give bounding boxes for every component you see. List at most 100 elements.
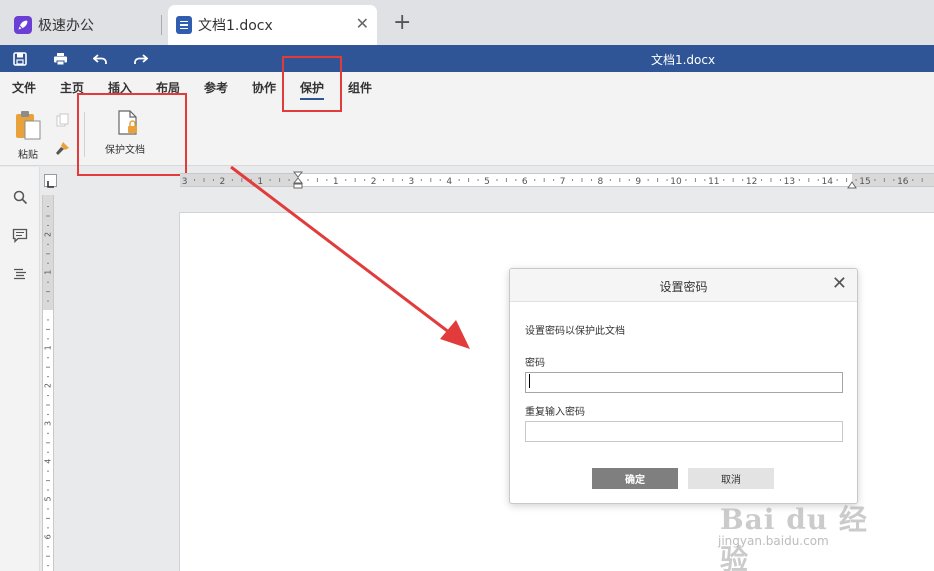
baidu-watermark: Bai du 经验 jingyan.baidu.com <box>716 488 886 571</box>
tab-document[interactable]: 文档1.docx ✕ <box>168 5 377 45</box>
navigation-icon[interactable] <box>11 265 29 283</box>
ruler-tick <box>307 179 309 181</box>
ruler-tick <box>46 328 50 330</box>
menu-references[interactable]: 参考 <box>204 79 228 96</box>
ruler-tick <box>401 179 403 181</box>
ruler-tick <box>47 243 49 245</box>
right-indent-handle[interactable] <box>847 176 857 195</box>
ruler-tick <box>808 178 810 182</box>
ruler-tick <box>685 179 687 181</box>
horizontal-ruler[interactable]: 3 2 1 1 2 3 4 5 6 7 8 9 10 11 12 13 14 15 16 <box>180 171 934 189</box>
undo-icon[interactable] <box>91 50 109 68</box>
watermark-url: jingyan.baidu.com <box>718 534 829 548</box>
ruler-label: 1 <box>333 177 339 186</box>
document-icon <box>176 16 192 34</box>
menu-file[interactable]: 文件 <box>12 79 36 96</box>
ruler-tick <box>515 179 517 181</box>
tab-stop-selector[interactable] <box>44 174 57 188</box>
ruler-tick <box>874 179 876 181</box>
menu-collaborate[interactable]: 协作 <box>252 79 276 96</box>
ruler-label: 12 <box>746 177 757 186</box>
ruler-tick <box>742 179 744 181</box>
ruler-tick <box>543 178 545 182</box>
ruler-tick <box>647 179 649 181</box>
ruler-label: 3 <box>182 177 188 186</box>
vertical-ruler[interactable]: 2 1 1 2 3 4 5 6 <box>42 195 54 571</box>
ruler-tick <box>47 565 49 567</box>
ruler-tick <box>468 178 470 182</box>
ruler-tick <box>609 179 611 181</box>
ruler-tick <box>590 179 592 181</box>
ruler-tick <box>316 178 318 182</box>
paste-button[interactable]: 粘贴 <box>10 110 46 162</box>
clipboard-icon <box>14 110 42 144</box>
ruler-label: 3 <box>409 177 415 186</box>
tab-app-label: 极速办公 <box>38 18 94 34</box>
title-bar: 文档1.docx <box>0 45 934 72</box>
ruler-tick <box>921 178 923 182</box>
ruler-tick <box>46 366 50 368</box>
ruler-tick <box>231 179 233 181</box>
menu-plugins[interactable]: 组件 <box>348 79 372 96</box>
ruler-tick <box>288 179 290 181</box>
tab-divider <box>161 15 162 35</box>
tab-app-home[interactable]: 极速办公 <box>8 5 160 45</box>
left-sidebar <box>0 167 40 571</box>
ruler-tick <box>628 179 630 181</box>
ruler-tick <box>279 178 281 182</box>
ruler-label: 6 <box>44 534 53 539</box>
password-input[interactable] <box>525 372 843 393</box>
ruler-tick <box>47 489 49 491</box>
close-tab-icon[interactable]: ✕ <box>356 15 369 33</box>
ruler-tick <box>345 179 347 181</box>
format-painter-icon[interactable] <box>54 141 70 161</box>
ruler-tick <box>212 179 214 181</box>
ruler-label: 1 <box>257 177 263 186</box>
ruler-tick <box>326 179 328 181</box>
ruler-label: 4 <box>446 177 452 186</box>
ruler-label: 2 <box>220 177 226 186</box>
ruler-label: 9 <box>635 177 641 186</box>
ruler-tick <box>392 178 394 182</box>
ruler-tick <box>505 178 507 182</box>
ruler-tick <box>203 178 205 182</box>
ruler-tick <box>354 178 356 182</box>
left-indent-handle[interactable] <box>292 171 304 193</box>
ruler-tick <box>770 178 772 182</box>
ruler-tick <box>912 179 914 181</box>
ruler-tick <box>47 319 49 321</box>
print-icon[interactable] <box>51 50 69 68</box>
repeat-password-label: 重复输入密码 <box>525 407 585 418</box>
confirm-button[interactable]: 确定 <box>592 468 678 489</box>
ruler-tick <box>893 179 895 181</box>
cancel-button[interactable]: 取消 <box>688 468 774 489</box>
ruler-tick <box>47 357 49 359</box>
dialog-description: 设置密码以保护此文档 <box>525 326 625 337</box>
ruler-tick <box>47 527 49 529</box>
ruler-tick <box>694 178 696 182</box>
new-tab-icon[interactable]: + <box>393 10 411 36</box>
document-title: 文档1.docx <box>650 53 716 67</box>
ruler-tick <box>47 413 49 415</box>
save-icon[interactable] <box>11 50 29 68</box>
ruler-label: 15 <box>859 177 870 186</box>
ruler-tick <box>364 179 366 181</box>
repeat-password-input[interactable] <box>525 421 843 442</box>
ruler-tick <box>47 395 49 397</box>
search-icon[interactable] <box>11 188 29 206</box>
ruler-label: 1 <box>44 270 53 275</box>
redo-icon[interactable] <box>131 50 149 68</box>
ruler-label: 16 <box>897 177 909 186</box>
ruler-tick <box>194 179 196 181</box>
ruler-tick <box>496 179 498 181</box>
ruler-tick <box>46 291 50 293</box>
copy-icon[interactable] <box>56 112 70 131</box>
ruler-tick <box>46 253 50 255</box>
ruler-tick <box>46 517 50 519</box>
dialog-header: 设置密码 ✕ <box>510 269 857 302</box>
comment-icon[interactable] <box>11 226 29 244</box>
ruler-tick <box>47 508 49 510</box>
browser-tab-bar: 极速办公 文档1.docx ✕ + <box>0 0 934 45</box>
ruler-tick <box>779 179 781 181</box>
close-icon[interactable]: ✕ <box>832 275 847 293</box>
